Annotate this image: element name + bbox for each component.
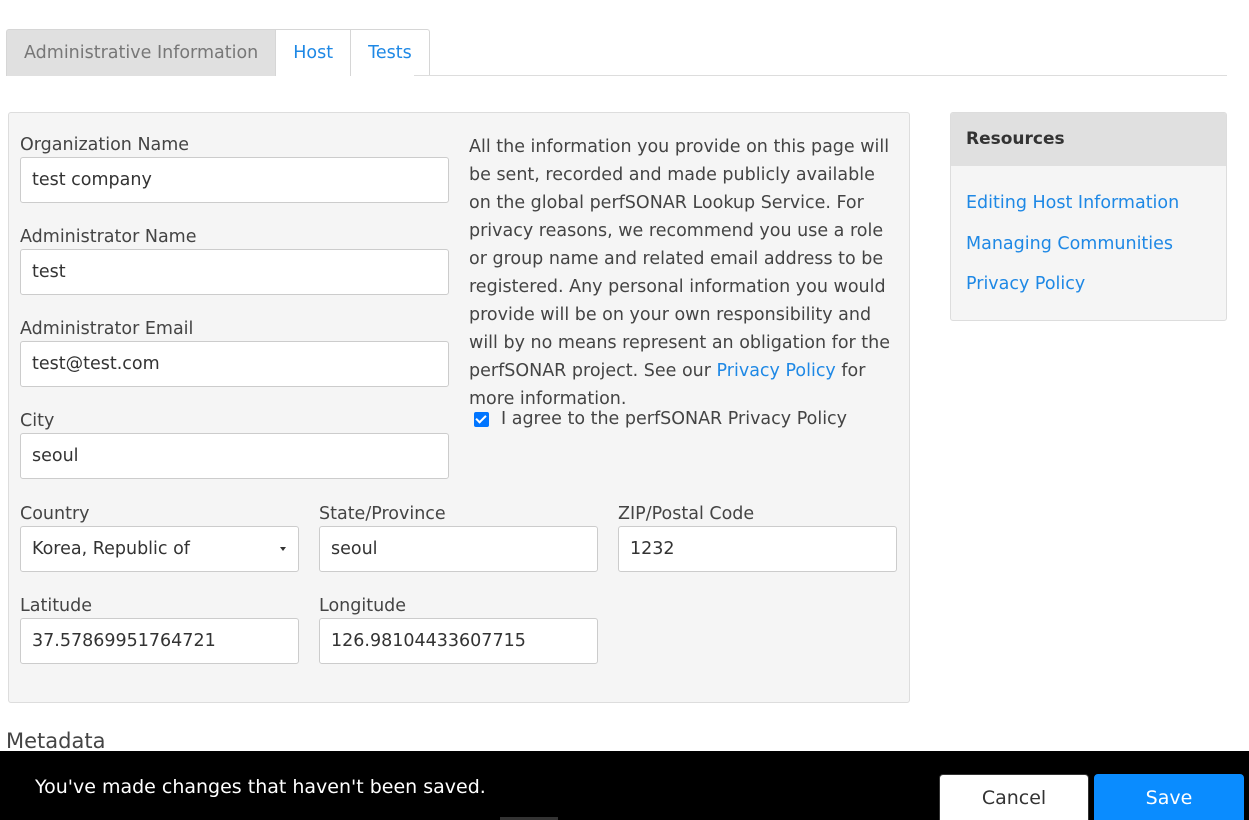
admin-email-input[interactable]: test@test.com [20,341,449,387]
admin-name-input[interactable]: test [20,249,449,295]
privacy-policy-link[interactable]: Privacy Policy [717,361,836,381]
latitude-label: Latitude [20,596,93,616]
tab-host[interactable]: Host [275,29,352,76]
privacy-agree-checkbox[interactable] [474,411,489,427]
state-label: State/Province [319,504,446,524]
tab-divider [414,75,1227,76]
country-select-value: Korea, Republic of [32,539,190,559]
org-name-label: Organization Name [20,135,190,155]
unsaved-message: You've made changes that haven't been sa… [35,776,486,798]
zip-input[interactable]: 1232 [618,526,897,572]
privacy-info-text: All the information you provide on this … [469,133,899,413]
zip-label: ZIP/Postal Code [618,504,755,524]
unsaved-changes-bar: You've made changes that haven't been sa… [0,751,1249,820]
privacy-agree-label: I agree to the perfSONAR Privacy Policy [501,409,848,429]
tab-tests[interactable]: Tests [350,29,430,76]
privacy-agree-row: I agree to the perfSONAR Privacy Policy [474,409,847,429]
page: Administrative Information Host Tests Or… [0,0,1249,820]
tab-administrative-information[interactable]: Administrative Information [6,29,277,76]
country-select[interactable]: Korea, Republic of [20,526,299,572]
admin-info-panel: Organization Name test company Administr… [8,112,910,703]
metadata-heading: Metadata [6,729,106,753]
country-label: Country [20,504,90,524]
resource-link-managing-communities[interactable]: Managing Communities [966,234,1173,254]
privacy-info-body: All the information you provide on this … [469,137,890,381]
city-input[interactable]: seoul [20,433,449,479]
tab-bar: Administrative Information Host Tests [6,29,430,76]
resources-title: Resources [951,113,1226,166]
resource-link-editing-host-information[interactable]: Editing Host Information [966,193,1179,213]
admin-name-label: Administrator Name [20,227,197,247]
latitude-input[interactable]: 37.57869951764721 [20,618,299,664]
longitude-input[interactable]: 126.98104433607715 [319,618,598,664]
state-input[interactable]: seoul [319,526,598,572]
resource-link-privacy-policy[interactable]: Privacy Policy [966,274,1085,294]
admin-email-label: Administrator Email [20,319,194,339]
save-button[interactable]: Save [1094,774,1244,820]
org-name-input[interactable]: test company [20,157,449,203]
city-label: City [20,411,55,431]
caret-down-icon [280,547,286,551]
longitude-label: Longitude [319,596,407,616]
resources-panel: Resources Editing Host Information Manag… [950,112,1227,321]
cancel-button[interactable]: Cancel [939,774,1089,820]
